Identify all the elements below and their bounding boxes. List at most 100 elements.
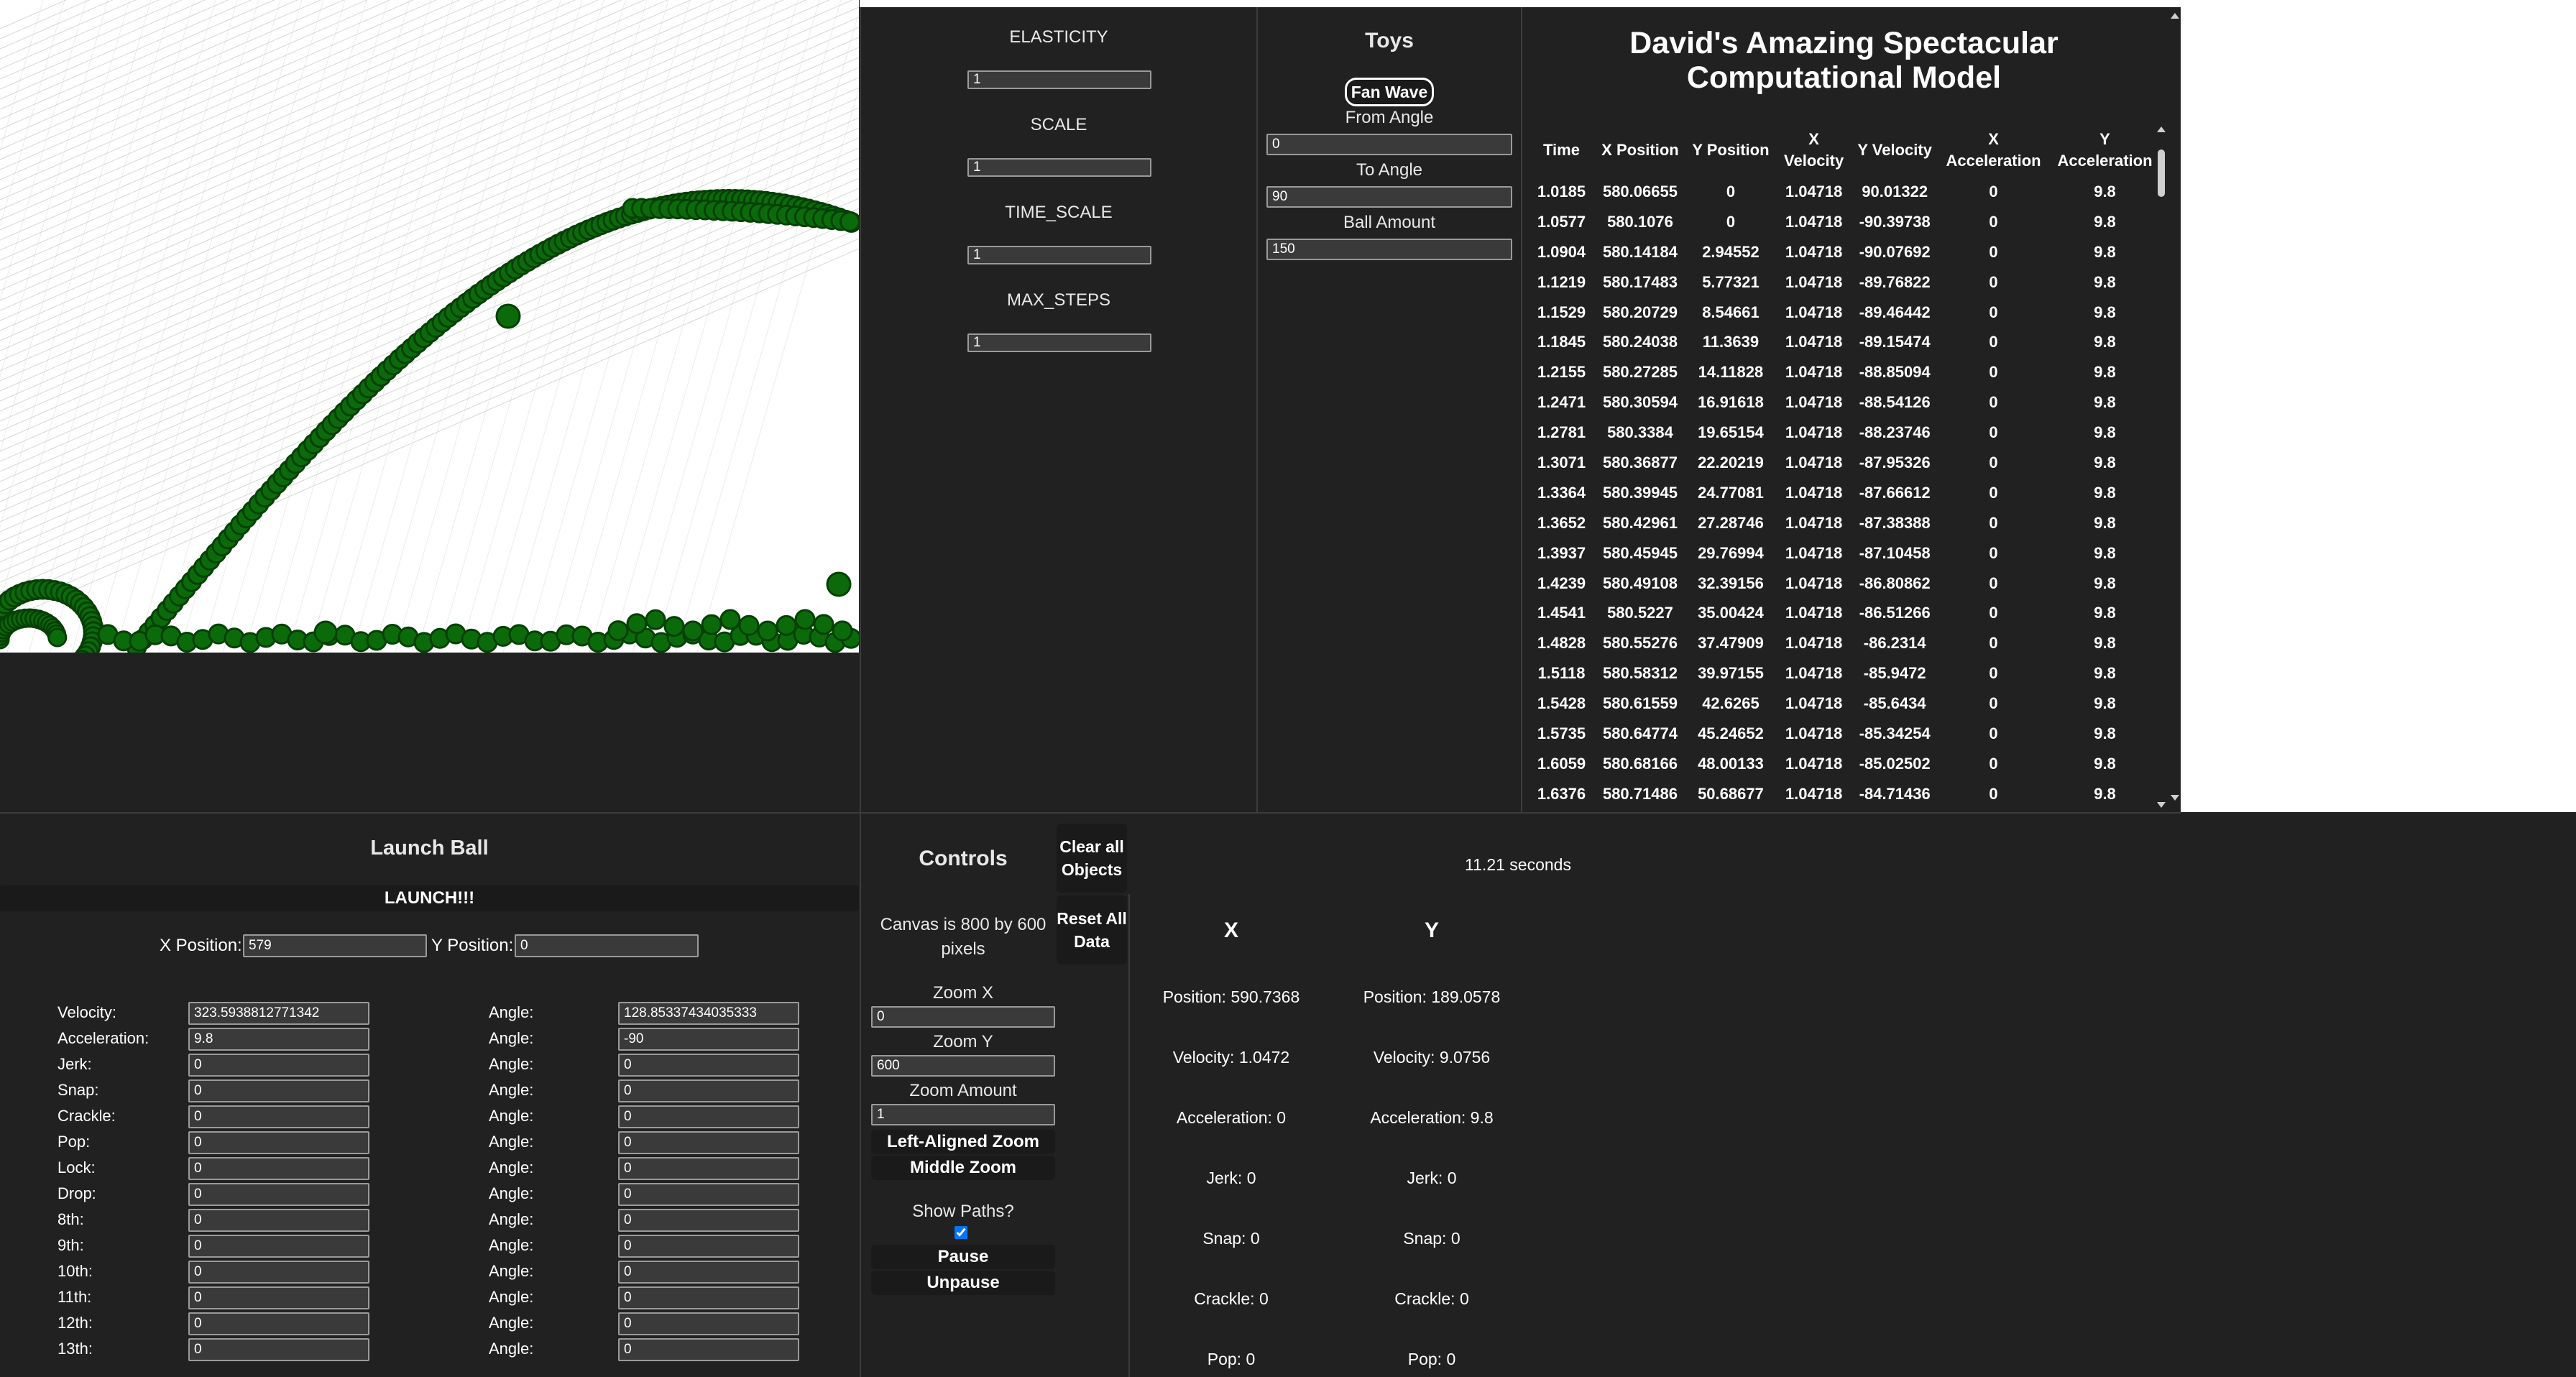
y-stat-line: Pop: 0 [1407, 1350, 1456, 1368]
derivative-angle-input[interactable] [618, 1105, 799, 1128]
derivative-label: Lock: [58, 1159, 96, 1176]
scale-input[interactable] [967, 158, 1151, 177]
scroll-down-arrow[interactable] [2157, 802, 2166, 808]
max-steps-input[interactable] [967, 333, 1151, 352]
elasticity-label: ELASTICITY [1009, 27, 1108, 47]
col-header-time: Time [1543, 141, 1580, 159]
reset-data-button[interactable]: Reset All Data [1057, 895, 1127, 964]
table-cell: 0 [1989, 664, 1998, 683]
derivative-angle-input[interactable] [618, 1312, 799, 1335]
table-cell: 50.68677 [1698, 784, 1764, 803]
y-stat-line: Jerk: 0 [1407, 1169, 1457, 1187]
fan-wave-button[interactable]: Fan Wave [1345, 78, 1434, 106]
derivative-angle-input[interactable] [618, 1338, 799, 1361]
derivative-value-input[interactable] [188, 1079, 369, 1102]
zoom-amount-label: Zoom Amount [909, 1081, 1017, 1100]
derivative-value-input[interactable] [188, 1028, 369, 1051]
page-scroll-up-arrow[interactable] [2171, 13, 2179, 19]
table-row: 1.1845 580.24038 11.3639 1.04718 -89.15474 0 9… [1528, 327, 2161, 357]
derivative-angle-input[interactable] [618, 1209, 799, 1232]
derivative-angle-input[interactable] [618, 1157, 799, 1180]
derivative-value-input[interactable] [188, 1157, 369, 1180]
from-angle-input[interactable] [1266, 134, 1512, 155]
table-cell: 9.8 [2094, 393, 2116, 412]
pause-button[interactable]: Pause [871, 1245, 1055, 1269]
left-aligned-zoom-button[interactable]: Left-Aligned Zoom [871, 1130, 1055, 1154]
ball [607, 620, 629, 642]
table-cell: -84.71436 [1859, 784, 1931, 803]
table-cell: 1.04718 [1785, 754, 1843, 773]
derivative-value-input[interactable] [188, 1105, 369, 1128]
scale-label: SCALE [1030, 115, 1087, 134]
table-cell: 1.04718 [1785, 303, 1843, 321]
table-cell: -85.02502 [1859, 754, 1931, 773]
simulation-canvas[interactable] [0, 0, 859, 653]
table-row: 1.0577 580.1076 0 1.04718 -90.39738 0 9.8 [1528, 207, 2161, 237]
scroll-thumb[interactable] [2158, 149, 2165, 197]
scroll-up-arrow[interactable] [2157, 126, 2166, 132]
unpause-button[interactable]: Unpause [871, 1271, 1055, 1295]
ball-amount-input[interactable] [1266, 239, 1512, 260]
ball [757, 620, 778, 642]
derivative-angle-input[interactable] [618, 1261, 799, 1284]
elasticity-input[interactable] [967, 70, 1151, 89]
table-cell: 580.3384 [1607, 423, 1673, 442]
derivative-value-input[interactable] [188, 1209, 369, 1232]
clear-all-button[interactable]: Clear all Objects [1057, 824, 1127, 893]
table-cell: 9.8 [2094, 664, 2116, 683]
derivative-value-input[interactable] [188, 1312, 369, 1335]
table-row: 1.6059 580.68166 48.00133 1.04718 -85.02502 0… [1528, 749, 2161, 779]
x-position-label: X Position: [160, 936, 242, 955]
derivative-angle-input[interactable] [618, 1054, 799, 1077]
derivative-value-input[interactable] [188, 1261, 369, 1284]
page-scroll-down-arrow[interactable] [2171, 795, 2179, 801]
table-cell: 1.3071 [1537, 453, 1586, 471]
table-cell: 580.71486 [1602, 784, 1678, 803]
derivative-angle-input[interactable] [618, 1286, 799, 1309]
table-scrollbar[interactable] [2152, 122, 2171, 812]
derivative-value-input[interactable] [188, 1286, 369, 1309]
table-cell: -90.07692 [1859, 242, 1931, 261]
x-position-input[interactable] [243, 934, 427, 957]
canvas-info: Canvas is 800 by 600 pixels [880, 915, 1046, 959]
derivative-value-input[interactable] [188, 1054, 369, 1077]
data-table-scroll[interactable]: Time X Position Y Position X Velocity Y … [1528, 124, 2161, 812]
table-cell: 29.76994 [1698, 543, 1764, 562]
to-angle-input[interactable] [1266, 186, 1512, 208]
table-cell: 1.6059 [1537, 754, 1586, 773]
model-title-line-1: David's Amazing Spectacular [1629, 26, 2058, 60]
middle-zoom-button[interactable]: Middle Zoom [871, 1156, 1055, 1180]
derivative-angle-input[interactable] [618, 1079, 799, 1102]
derivative-angle-input[interactable] [618, 1235, 799, 1258]
derivative-angle-input[interactable] [618, 1131, 799, 1154]
angle-label: Angle: [489, 1288, 534, 1306]
launch-button[interactable]: LAUNCH!!! [0, 885, 859, 911]
derivative-angle-input[interactable] [618, 1028, 799, 1051]
table-cell: 1.04718 [1785, 664, 1843, 683]
toys-panel: Toys Fan Wave From Angle To Angle Ball A… [1258, 7, 1521, 812]
zoom-amount-input[interactable] [871, 1104, 1055, 1125]
zoom-y-input[interactable] [871, 1055, 1055, 1077]
time-scale-input[interactable] [967, 246, 1151, 264]
table-row: 1.4828 580.55276 37.47909 1.04718 -86.2314 0 9… [1528, 628, 2161, 658]
table-cell: 1.04718 [1785, 242, 1843, 261]
zoom-x-input[interactable] [871, 1006, 1055, 1028]
show-paths-checkbox[interactable] [954, 1226, 967, 1239]
derivative-angle-input[interactable] [618, 1183, 799, 1206]
derivative-value-input[interactable] [188, 1002, 369, 1025]
ball [47, 627, 68, 648]
ball [738, 614, 760, 636]
table-cell: 1.04718 [1785, 182, 1843, 201]
table-cell: 1.04718 [1785, 212, 1843, 231]
derivative-value-input[interactable] [188, 1183, 369, 1206]
derivative-value-input[interactable] [188, 1338, 369, 1361]
derivative-value-input[interactable] [188, 1235, 369, 1258]
table-cell: 580.39945 [1602, 483, 1678, 502]
table-cell: 1.0904 [1537, 242, 1586, 261]
derivative-angle-input[interactable] [618, 1002, 799, 1025]
y-position-input[interactable] [515, 934, 699, 957]
derivative-value-input[interactable] [188, 1131, 369, 1154]
table-cell: 0 [1989, 363, 1998, 382]
table-cell: 1.4541 [1537, 604, 1586, 622]
stats-panel: 11.21 seconds X Y Position: 590.7368 Velo… [1130, 814, 2181, 1377]
